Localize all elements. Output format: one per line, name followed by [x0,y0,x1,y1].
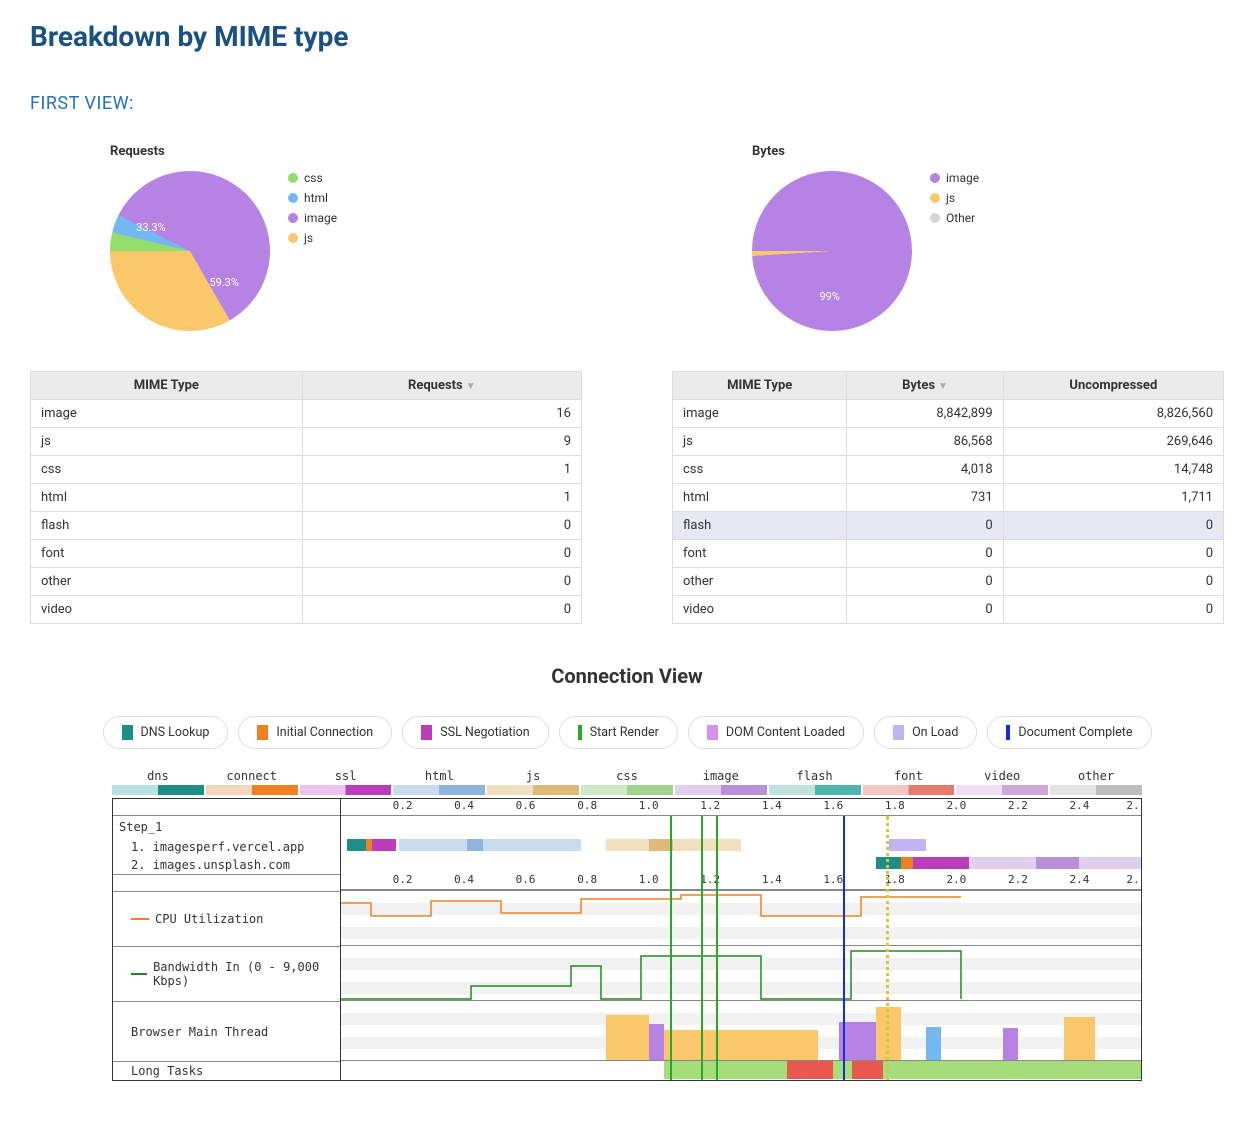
table-row: flash00 [673,512,1224,540]
requests-legend: css html image js [288,171,337,245]
table-row: image8,842,8998,826,560 [673,400,1224,428]
metric-label: CPU Utilization [113,892,340,947]
sort-desc-icon: ▼ [938,381,948,392]
bytes-legend: image js Other [930,171,979,225]
step-label: Step_1 [113,816,340,838]
bytes-table: MIME Type Bytes▼ Uncompressed image8,842… [672,371,1224,624]
legend-pill: Document Complete [987,716,1151,749]
table-row: other00 [673,568,1224,596]
bytes-th-uncompressed[interactable]: Uncompressed [1003,372,1223,400]
legend-pill: DOM Content Loaded [688,716,864,749]
mime-legend-row: dnsconnectsslhtmljscssimageflashfontvide… [112,769,1142,795]
table-row: css1 [31,456,582,484]
table-row: font00 [673,540,1224,568]
connection-legend-pills: DNS Lookup Initial Connection SSL Negotiat… [30,716,1224,749]
mime-legend-item: js [487,769,579,795]
mime-legend-item: ssl [300,769,392,795]
bytes-pie: 99% [752,171,912,331]
legend-item[interactable]: js [288,231,337,245]
mime-legend-item: font [863,769,955,795]
metric-label: Bandwidth In (0 - 9,000 Kbps) [113,947,340,1002]
table-row: css4,01814,748 [673,456,1224,484]
host-row: 2. images.unsplash.com [113,856,340,874]
mime-legend-item: html [393,769,485,795]
bytes-pie-col: Bytes 99% image js Other [672,144,1224,331]
table-row: html1 [31,484,582,512]
table-row: other0 [31,568,582,596]
table-row: js9 [31,428,582,456]
requests-chart-title: Requests [110,144,582,159]
mime-legend-item: flash [769,769,861,795]
legend-item[interactable]: Other [930,211,979,225]
legend-pill: DNS Lookup [103,716,229,749]
waterfall[interactable]: Step_11. imagesperf.vercel.app2. images.… [112,798,1142,1081]
requests-pie: 59.3%33.3% [110,171,270,331]
legend-pill: Start Render [559,716,678,749]
tables-row: MIME Type Requests▼ image16js9css1html1f… [30,371,1224,624]
first-view-heading: FIRST VIEW: [30,93,1224,114]
mime-legend-item: video [956,769,1048,795]
metric-label: Browser Main Thread [113,1002,340,1062]
mime-legend-item: css [581,769,673,795]
requests-th-requests[interactable]: Requests▼ [302,372,581,400]
legend-pill: SSL Negotiation [402,716,548,749]
requests-th-mime[interactable]: MIME Type [31,372,303,400]
legend-item[interactable]: js [930,191,979,205]
mime-legend-item: other [1050,769,1142,795]
table-row: image16 [31,400,582,428]
requests-table: MIME Type Requests▼ image16js9css1html1f… [30,371,582,624]
table-row: video0 [31,596,582,624]
table-row: flash0 [31,512,582,540]
metric-label: Long Tasks [113,1062,340,1080]
legend-pill: On Load [874,716,977,749]
requests-pie-col: Requests 59.3%33.3% css html image js [30,144,582,331]
legend-item[interactable]: css [288,171,337,185]
table-row: font0 [31,540,582,568]
bytes-th-bytes[interactable]: Bytes▼ [847,372,1003,400]
mime-legend-item: image [675,769,767,795]
legend-pill: Initial Connection [238,716,392,749]
table-row: video00 [673,596,1224,624]
legend-item[interactable]: image [288,211,337,225]
mime-legend-item: dns [112,769,204,795]
bytes-chart-title: Bytes [752,144,1224,159]
sort-desc-icon: ▼ [466,381,476,392]
mime-legend-item: connect [206,769,298,795]
table-row: html7311,711 [673,484,1224,512]
bytes-th-mime[interactable]: MIME Type [673,372,847,400]
page-title: Breakdown by MIME type [30,20,1224,53]
pie-charts-row: Requests 59.3%33.3% css html image js Bytes… [30,144,1224,331]
table-row: js86,568269,646 [673,428,1224,456]
legend-item[interactable]: html [288,191,337,205]
host-row: 1. imagesperf.vercel.app [113,838,340,856]
legend-item[interactable]: image [930,171,979,185]
connection-view-heading: Connection View [30,664,1224,688]
